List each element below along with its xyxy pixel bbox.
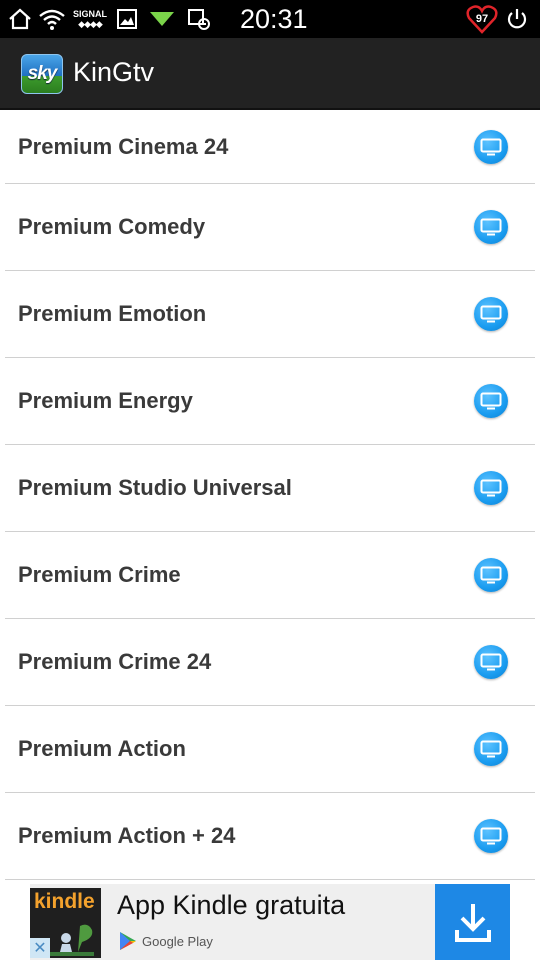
- play-channel-button[interactable]: [474, 129, 508, 164]
- channel-name: Premium Crime: [18, 562, 181, 587]
- app-icon-text: sky: [27, 63, 58, 84]
- list-item[interactable]: Premium Action + 24: [5, 793, 535, 880]
- network-icon: [148, 6, 176, 32]
- list-item[interactable]: Premium Emotion: [5, 271, 535, 358]
- app-icon[interactable]: sky: [21, 54, 63, 94]
- app-title: KinGtv: [73, 57, 155, 87]
- image-icon: [115, 6, 139, 32]
- list-item[interactable]: Premium Action: [5, 706, 535, 793]
- tv-icon: [480, 653, 502, 671]
- signal-icon: SIGNAL ◆◆◆◆: [72, 9, 107, 29]
- play-channel-button[interactable]: [474, 210, 508, 244]
- channel-name: Premium Energy: [18, 388, 193, 413]
- battery-heart-icon: 97: [466, 5, 498, 34]
- battery-level: 97: [476, 13, 488, 25]
- tv-icon: [480, 740, 502, 758]
- google-play-icon: [118, 931, 138, 951]
- ad-title[interactable]: App Kindle gratuita: [117, 890, 345, 921]
- channel-name: Premium Studio Universal: [18, 475, 292, 500]
- play-channel-button[interactable]: [474, 819, 508, 853]
- ad-content[interactable]: kindle ✕ App Kindle gratuita Google Play: [30, 884, 510, 960]
- play-channel-button[interactable]: [474, 645, 508, 679]
- ad-banner[interactable]: kindle ✕ App Kindle gratuita Google Play: [0, 884, 540, 960]
- play-channel-button[interactable]: [474, 471, 508, 505]
- channel-name: Premium Action: [18, 736, 186, 761]
- google-play-label: Google Play: [142, 934, 213, 949]
- nfc-icon: [185, 6, 213, 32]
- list-item[interactable]: Premium Energy: [5, 358, 535, 445]
- power-icon: [504, 6, 530, 32]
- tv-icon: [480, 827, 502, 845]
- clock: 20:31: [240, 4, 308, 34]
- play-channel-button[interactable]: [474, 558, 508, 592]
- action-bar: sky KinGtv: [0, 38, 540, 110]
- signal-label: SIGNAL: [72, 9, 107, 19]
- list-item[interactable]: Premium Crime: [5, 532, 535, 619]
- list-item[interactable]: Premium Studio Universal: [5, 445, 535, 532]
- channel-name: Premium Cinema 24: [18, 133, 229, 159]
- tv-icon: [480, 479, 502, 497]
- tv-icon: [480, 305, 502, 323]
- download-button[interactable]: [435, 884, 510, 960]
- kindle-brand: kindle: [34, 890, 95, 913]
- tv-icon: [480, 392, 502, 410]
- list-item[interactable]: Premium Crime 24: [5, 619, 535, 706]
- play-channel-button[interactable]: [474, 297, 508, 331]
- channel-name: Premium Comedy: [18, 214, 206, 239]
- list-item[interactable]: Premium Cinema 24: [5, 110, 535, 184]
- download-icon: [454, 904, 491, 942]
- ad-close-button[interactable]: ✕: [30, 938, 50, 958]
- play-channel-button[interactable]: [474, 384, 508, 418]
- tv-icon: [480, 218, 502, 236]
- wifi-icon: [38, 6, 66, 32]
- list-item[interactable]: Premium Comedy: [5, 184, 535, 271]
- status-bar: SIGNAL ◆◆◆◆ 20:31 97: [0, 0, 540, 38]
- tv-icon: [480, 138, 502, 155]
- play-channel-button[interactable]: [474, 732, 508, 766]
- channel-name: Premium Emotion: [18, 301, 207, 326]
- channel-name: Premium Crime 24: [18, 649, 212, 674]
- home-icon: [6, 6, 34, 32]
- tv-icon: [480, 566, 502, 584]
- channel-list[interactable]: Premium Cinema 24 Premium Comedy Premium E…: [0, 110, 540, 884]
- channel-name: Premium Action + 24: [18, 823, 236, 848]
